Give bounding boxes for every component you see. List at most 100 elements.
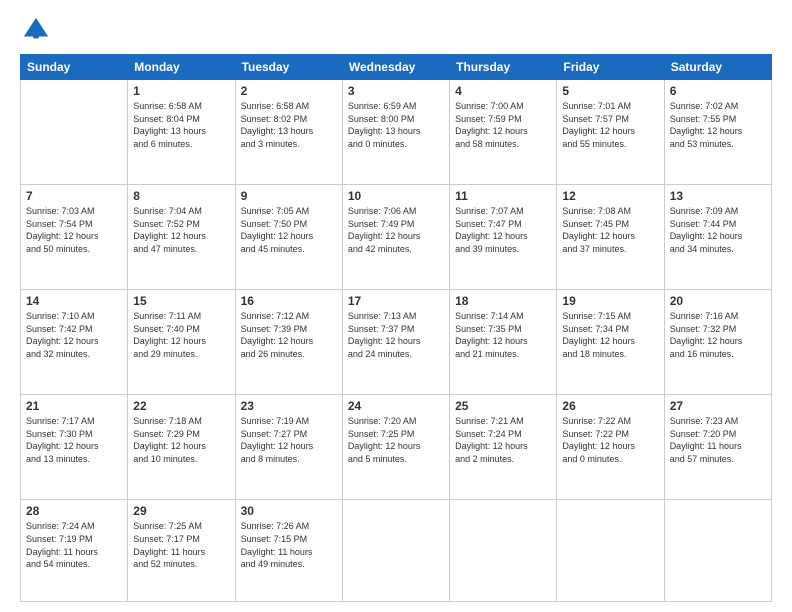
calendar-header: SundayMondayTuesdayWednesdayThursdayFrid… <box>21 55 772 80</box>
day-cell: 23 Sunrise: 7:19 AM Sunset: 7:27 PM Dayli… <box>235 395 342 500</box>
day-cell: 11Sunrise: 7:07 AM Sunset: 7:47 PM Dayli… <box>450 185 557 290</box>
day-info: Sunrise: 6:58 AM Sunset: 8:02 PM Dayligh… <box>241 100 337 150</box>
week-row: 28 Sunrise: 7:24 AM Sunset: 7:19 PM Dayli… <box>21 500 772 602</box>
day-info: Sunrise: 7:24 AM Sunset: 7:19 PM Dayligh… <box>26 520 122 570</box>
day-info: Sunrise: 7:06 AM Sunset: 7:49 PM Dayligh… <box>348 205 444 255</box>
day-cell: 25 Sunrise: 7:21 AM Sunset: 7:24 PM Dayli… <box>450 395 557 500</box>
day-info: Sunrise: 7:16 AM Sunset: 7:32 PM Dayligh… <box>670 310 766 360</box>
day-info: Sunrise: 7:02 AM Sunset: 7:55 PM Dayligh… <box>670 100 766 150</box>
day-info: Sunrise: 7:08 AM Sunset: 7:45 PM Dayligh… <box>562 205 658 255</box>
day-info: Sunrise: 7:09 AM Sunset: 7:44 PM Dayligh… <box>670 205 766 255</box>
day-cell <box>557 500 664 602</box>
day-cell: 20 Sunrise: 7:16 AM Sunset: 7:32 PM Dayli… <box>664 290 771 395</box>
day-number: 12 <box>562 189 658 203</box>
header <box>20 16 772 44</box>
week-row: 1Sunrise: 6:58 AM Sunset: 8:04 PM Daylig… <box>21 80 772 185</box>
day-number: 27 <box>670 399 766 413</box>
day-cell <box>664 500 771 602</box>
day-info: Sunrise: 7:01 AM Sunset: 7:57 PM Dayligh… <box>562 100 658 150</box>
day-cell: 6 Sunrise: 7:02 AM Sunset: 7:55 PM Daylig… <box>664 80 771 185</box>
day-info: Sunrise: 7:21 AM Sunset: 7:24 PM Dayligh… <box>455 415 551 465</box>
week-row: 21Sunrise: 7:17 AM Sunset: 7:30 PM Dayli… <box>21 395 772 500</box>
day-cell: 30 Sunrise: 7:26 AM Sunset: 7:15 PM Dayli… <box>235 500 342 602</box>
day-number: 19 <box>562 294 658 308</box>
day-number: 23 <box>241 399 337 413</box>
day-number: 16 <box>241 294 337 308</box>
page: SundayMondayTuesdayWednesdayThursdayFrid… <box>0 0 792 612</box>
logo-icon <box>22 16 50 44</box>
day-number: 15 <box>133 294 229 308</box>
day-cell: 16 Sunrise: 7:12 AM Sunset: 7:39 PM Dayli… <box>235 290 342 395</box>
day-number: 7 <box>26 189 122 203</box>
day-cell: 22 Sunrise: 7:18 AM Sunset: 7:29 PM Dayli… <box>128 395 235 500</box>
day-number: 1 <box>133 84 229 98</box>
calendar-table: SundayMondayTuesdayWednesdayThursdayFrid… <box>20 54 772 602</box>
day-info: Sunrise: 7:12 AM Sunset: 7:39 PM Dayligh… <box>241 310 337 360</box>
header-cell: Monday <box>128 55 235 80</box>
day-info: Sunrise: 7:20 AM Sunset: 7:25 PM Dayligh… <box>348 415 444 465</box>
week-row: 7 Sunrise: 7:03 AM Sunset: 7:54 PM Daylig… <box>21 185 772 290</box>
day-info: Sunrise: 7:11 AM Sunset: 7:40 PM Dayligh… <box>133 310 229 360</box>
header-row: SundayMondayTuesdayWednesdayThursdayFrid… <box>21 55 772 80</box>
day-number: 30 <box>241 504 337 518</box>
day-info: Sunrise: 7:19 AM Sunset: 7:27 PM Dayligh… <box>241 415 337 465</box>
day-number: 8 <box>133 189 229 203</box>
day-info: Sunrise: 7:18 AM Sunset: 7:29 PM Dayligh… <box>133 415 229 465</box>
day-cell: 29 Sunrise: 7:25 AM Sunset: 7:17 PM Dayli… <box>128 500 235 602</box>
day-cell: 1Sunrise: 6:58 AM Sunset: 8:04 PM Daylig… <box>128 80 235 185</box>
day-cell: 19 Sunrise: 7:15 AM Sunset: 7:34 PM Dayli… <box>557 290 664 395</box>
day-number: 9 <box>241 189 337 203</box>
header-cell: Sunday <box>21 55 128 80</box>
day-info: Sunrise: 7:00 AM Sunset: 7:59 PM Dayligh… <box>455 100 551 150</box>
day-number: 29 <box>133 504 229 518</box>
day-info: Sunrise: 7:25 AM Sunset: 7:17 PM Dayligh… <box>133 520 229 570</box>
header-cell: Saturday <box>664 55 771 80</box>
day-info: Sunrise: 7:22 AM Sunset: 7:22 PM Dayligh… <box>562 415 658 465</box>
day-number: 5 <box>562 84 658 98</box>
day-info: Sunrise: 7:03 AM Sunset: 7:54 PM Dayligh… <box>26 205 122 255</box>
day-cell <box>21 80 128 185</box>
day-cell: 7 Sunrise: 7:03 AM Sunset: 7:54 PM Daylig… <box>21 185 128 290</box>
day-cell: 24 Sunrise: 7:20 AM Sunset: 7:25 PM Dayli… <box>342 395 449 500</box>
day-info: Sunrise: 7:15 AM Sunset: 7:34 PM Dayligh… <box>562 310 658 360</box>
day-info: Sunrise: 6:59 AM Sunset: 8:00 PM Dayligh… <box>348 100 444 150</box>
day-number: 20 <box>670 294 766 308</box>
day-number: 3 <box>348 84 444 98</box>
day-cell: 10 Sunrise: 7:06 AM Sunset: 7:49 PM Dayli… <box>342 185 449 290</box>
day-cell: 3 Sunrise: 6:59 AM Sunset: 8:00 PM Daylig… <box>342 80 449 185</box>
day-info: Sunrise: 7:10 AM Sunset: 7:42 PM Dayligh… <box>26 310 122 360</box>
day-cell: 12 Sunrise: 7:08 AM Sunset: 7:45 PM Dayli… <box>557 185 664 290</box>
day-number: 2 <box>241 84 337 98</box>
day-number: 13 <box>670 189 766 203</box>
day-number: 25 <box>455 399 551 413</box>
day-cell: 4 Sunrise: 7:00 AM Sunset: 7:59 PM Daylig… <box>450 80 557 185</box>
day-number: 26 <box>562 399 658 413</box>
week-row: 14 Sunrise: 7:10 AM Sunset: 7:42 PM Dayli… <box>21 290 772 395</box>
day-number: 6 <box>670 84 766 98</box>
day-number: 10 <box>348 189 444 203</box>
day-info: Sunrise: 7:26 AM Sunset: 7:15 PM Dayligh… <box>241 520 337 570</box>
header-cell: Tuesday <box>235 55 342 80</box>
day-cell: 17 Sunrise: 7:13 AM Sunset: 7:37 PM Dayli… <box>342 290 449 395</box>
day-cell: 18Sunrise: 7:14 AM Sunset: 7:35 PM Dayli… <box>450 290 557 395</box>
day-number: 28 <box>26 504 122 518</box>
day-cell: 14 Sunrise: 7:10 AM Sunset: 7:42 PM Dayli… <box>21 290 128 395</box>
day-number: 17 <box>348 294 444 308</box>
day-info: Sunrise: 7:13 AM Sunset: 7:37 PM Dayligh… <box>348 310 444 360</box>
day-info: Sunrise: 7:14 AM Sunset: 7:35 PM Dayligh… <box>455 310 551 360</box>
day-cell: 21Sunrise: 7:17 AM Sunset: 7:30 PM Dayli… <box>21 395 128 500</box>
day-info: Sunrise: 7:04 AM Sunset: 7:52 PM Dayligh… <box>133 205 229 255</box>
day-info: Sunrise: 7:23 AM Sunset: 7:20 PM Dayligh… <box>670 415 766 465</box>
day-cell: 8 Sunrise: 7:04 AM Sunset: 7:52 PM Daylig… <box>128 185 235 290</box>
day-number: 22 <box>133 399 229 413</box>
day-cell: 26 Sunrise: 7:22 AM Sunset: 7:22 PM Dayli… <box>557 395 664 500</box>
day-cell: 15 Sunrise: 7:11 AM Sunset: 7:40 PM Dayli… <box>128 290 235 395</box>
day-info: Sunrise: 7:05 AM Sunset: 7:50 PM Dayligh… <box>241 205 337 255</box>
day-number: 4 <box>455 84 551 98</box>
day-info: Sunrise: 7:17 AM Sunset: 7:30 PM Dayligh… <box>26 415 122 465</box>
day-number: 14 <box>26 294 122 308</box>
day-number: 11 <box>455 189 551 203</box>
day-cell: 27 Sunrise: 7:23 AM Sunset: 7:20 PM Dayli… <box>664 395 771 500</box>
logo <box>20 16 50 44</box>
day-number: 24 <box>348 399 444 413</box>
